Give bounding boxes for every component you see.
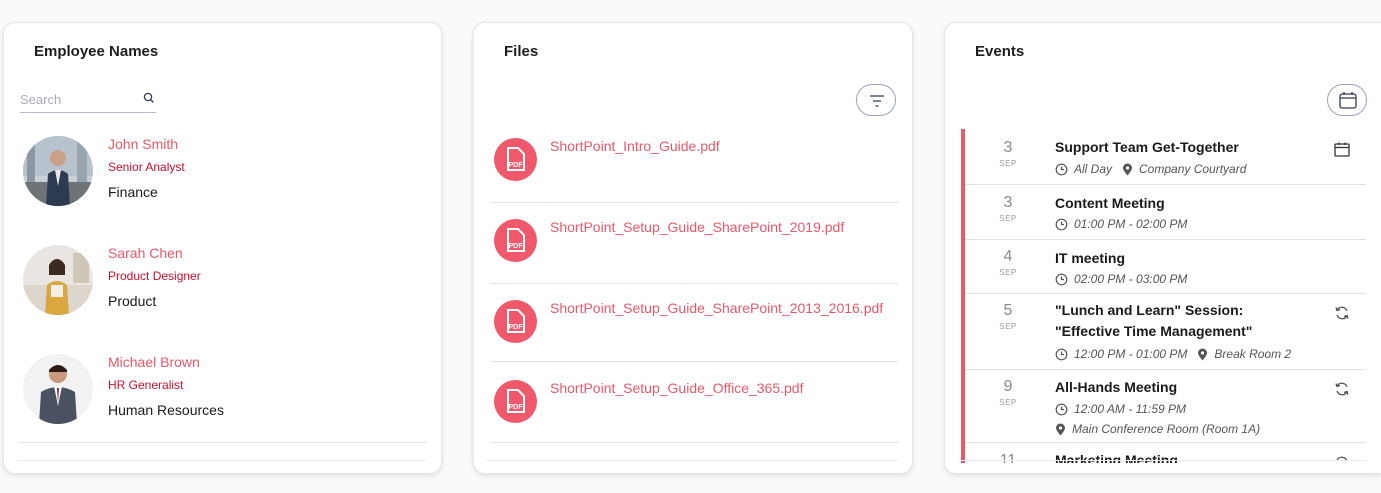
employee-item[interactable]: John Smith Senior Analyst Finance (23, 136, 423, 216)
file-name[interactable]: ShortPoint_Setup_Guide_Office_365.pdf (550, 380, 803, 396)
event-location: Break Room 2 (1214, 347, 1292, 361)
event-month: SEP (999, 322, 1017, 331)
event-meta: 02:00 PM - 03:00 PM (1055, 272, 1187, 286)
employee-item[interactable]: Sarah Chen Product Designer Product (23, 245, 423, 325)
event-meta: 01:00 PM - 02:00 PM (1055, 217, 1187, 231)
clock-icon (1055, 163, 1068, 175)
recurring-icon[interactable] (1333, 380, 1351, 398)
search-icon[interactable] (142, 91, 156, 105)
event-title[interactable]: "Lunch and Learn" Session: "Effective Ti… (1055, 300, 1305, 342)
employee-name[interactable]: Michael Brown (108, 354, 200, 370)
event-time: All Day (1074, 162, 1113, 176)
avatar (23, 136, 93, 206)
employee-item[interactable]: Michael Brown HR Generalist Human Resour… (23, 354, 423, 434)
event-title[interactable]: Content Meeting (1055, 193, 1305, 214)
employee-title: HR Generalist (108, 378, 184, 392)
divider (486, 460, 898, 461)
event-location: Company Courtyard (1139, 162, 1247, 176)
event-time: 12:00 PM - 01:00 PM (1074, 347, 1188, 361)
employee-department: Product (108, 293, 157, 309)
avatar (23, 354, 93, 424)
pdf-icon-label: PDF (509, 324, 524, 331)
event-day: 5 (1003, 302, 1013, 319)
event-time: 12:00 AM - 11:59 PM (1074, 402, 1187, 416)
pdf-icon: PDF (494, 138, 537, 181)
event-meta: 12:00 PM - 01:00 PM Break Room 2 (1055, 347, 1291, 361)
filter-button[interactable] (856, 84, 896, 116)
event-item[interactable]: 3 SEP Content Meeting 01:00 PM - 02:00 P… (965, 185, 1366, 240)
event-month: SEP (999, 268, 1017, 277)
pdf-icon: PDF (494, 219, 537, 262)
employee-names-title: Employee Names (34, 43, 159, 60)
event-meta: All Day Company Courtyard (1055, 162, 1246, 176)
event-item[interactable]: 3 SEP Support Team Get-Together All Day … (965, 129, 1366, 185)
file-item[interactable]: PDF ShortPoint_Intro_Guide.pdf (494, 138, 894, 188)
divider (18, 442, 426, 443)
employee-department: Human Resources (108, 402, 224, 418)
clock-icon (1055, 218, 1068, 230)
event-title[interactable]: Support Team Get-Together (1055, 137, 1305, 158)
event-time: 01:00 PM - 02:00 PM (1074, 217, 1188, 231)
event-meta: 12:00 AM - 11:59 PM (1055, 402, 1186, 416)
file-name[interactable]: ShortPoint_Intro_Guide.pdf (550, 138, 720, 154)
employee-names-card: Employee Names John Smith Senior Analyst… (3, 22, 442, 474)
event-item[interactable]: 9 SEP All-Hands Meeting 12:00 AM - 11:59… (965, 370, 1366, 443)
event-meta: Main Conference Room (Room 1A) (1055, 422, 1260, 436)
pdf-icon: PDF (494, 300, 537, 343)
file-name[interactable]: ShortPoint_Setup_Guide_SharePoint_2013_2… (550, 300, 883, 316)
divider (961, 460, 1366, 461)
location-pin-icon (1056, 423, 1065, 435)
events-title: Events (975, 43, 1025, 60)
employee-title: Product Designer (108, 269, 201, 283)
divider (490, 202, 898, 203)
event-item[interactable]: 5 SEP "Lunch and Learn" Session: "Effect… (965, 294, 1366, 370)
employee-search (20, 85, 156, 113)
events-card: Events 3 SEP Support Team Get-Together A… (944, 22, 1381, 474)
event-month: SEP (999, 214, 1017, 223)
calendar-button[interactable] (1327, 84, 1367, 116)
files-card: Files PDF ShortPoint_Intro_Guide.pdf PDF… (473, 22, 913, 474)
event-time: 02:00 PM - 03:00 PM (1074, 272, 1188, 286)
clock-icon (1055, 273, 1068, 285)
calendar-icon[interactable] (1333, 141, 1351, 159)
employee-name[interactable]: John Smith (108, 136, 178, 152)
employee-title: Senior Analyst (108, 160, 185, 174)
divider (490, 442, 898, 443)
divider (490, 361, 898, 362)
recurring-icon[interactable] (1333, 304, 1351, 322)
event-title[interactable]: All-Hands Meeting (1055, 377, 1305, 398)
clock-icon (1055, 403, 1068, 415)
location-pin-icon (1198, 348, 1208, 360)
employee-department: Finance (108, 184, 158, 200)
event-day: 4 (1003, 248, 1013, 265)
filter-icon (870, 95, 884, 107)
event-title[interactable]: IT meeting (1055, 248, 1305, 269)
pdf-icon-label: PDF (509, 162, 524, 169)
pdf-icon: PDF (494, 380, 537, 423)
event-day: 3 (1003, 194, 1013, 211)
file-item[interactable]: PDF ShortPoint_Setup_Guide_SharePoint_20… (494, 300, 894, 350)
divider (18, 460, 426, 461)
divider (490, 283, 898, 284)
search-input[interactable] (20, 89, 130, 109)
events-scroll-mask (945, 463, 1381, 473)
files-title: Files (504, 43, 539, 60)
file-item[interactable]: PDF ShortPoint_Setup_Guide_SharePoint_20… (494, 219, 894, 269)
event-item[interactable]: 4 SEP IT meeting 02:00 PM - 03:00 PM (965, 240, 1366, 294)
file-name[interactable]: ShortPoint_Setup_Guide_SharePoint_2019.p… (550, 219, 844, 235)
pdf-icon-label: PDF (509, 243, 524, 250)
event-day: 9 (1003, 378, 1013, 395)
event-location: Main Conference Room (Room 1A) (1072, 422, 1261, 436)
employee-name[interactable]: Sarah Chen (108, 245, 183, 261)
location-pin-icon (1123, 163, 1133, 175)
event-month: SEP (999, 159, 1017, 168)
file-item[interactable]: PDF ShortPoint_Setup_Guide_Office_365.pd… (494, 380, 894, 430)
event-day: 3 (1003, 139, 1013, 156)
avatar (23, 245, 93, 315)
pdf-icon-label: PDF (509, 404, 524, 411)
calendar-icon (1339, 92, 1357, 109)
event-month: SEP (999, 398, 1017, 407)
clock-icon (1055, 348, 1068, 360)
